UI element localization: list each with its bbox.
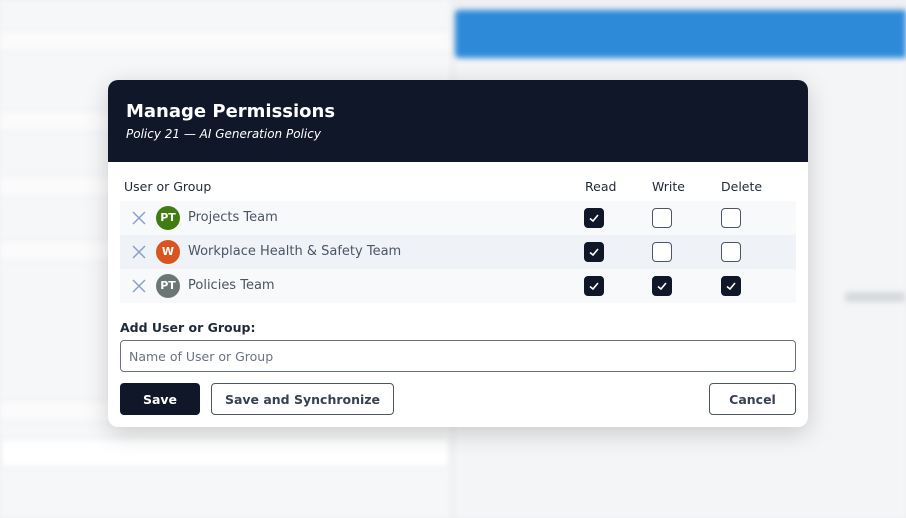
dialog-subtitle: Policy 21 — AI Generation Policy — [126, 127, 321, 141]
add-user-input[interactable] — [120, 340, 796, 372]
save-and-synchronize-button[interactable]: Save and Synchronize — [211, 383, 394, 415]
check-icon — [726, 282, 736, 291]
manage-permissions-dialog: Manage Permissions Policy 21 — AI Genera… — [108, 80, 808, 427]
dialog-header: Manage Permissions Policy 21 — AI Genera… — [108, 80, 808, 162]
close-icon[interactable] — [131, 278, 147, 294]
avatar: PT — [156, 206, 180, 230]
close-icon[interactable] — [131, 244, 147, 260]
permission-row: PT Projects Team — [120, 201, 796, 235]
check-icon — [657, 282, 667, 291]
check-icon — [589, 214, 599, 223]
check-icon — [589, 282, 599, 291]
delete-checkbox[interactable] — [721, 276, 741, 296]
background-text — [845, 292, 905, 302]
delete-checkbox[interactable] — [721, 242, 741, 262]
dialog-title: Manage Permissions — [126, 101, 336, 122]
write-checkbox[interactable] — [652, 242, 672, 262]
write-checkbox[interactable] — [652, 276, 672, 296]
row-name: Workplace Health & Safety Team — [188, 244, 402, 259]
column-header-delete: Delete — [721, 179, 763, 194]
avatar: W — [156, 240, 180, 264]
close-icon[interactable] — [131, 210, 147, 226]
column-header-write: Write — [652, 179, 686, 194]
read-checkbox[interactable] — [584, 242, 604, 262]
check-icon — [589, 248, 599, 257]
cancel-button[interactable]: Cancel — [709, 383, 796, 415]
delete-checkbox[interactable] — [721, 208, 741, 228]
permission-row: PT Policies Team — [120, 269, 796, 303]
background-row — [0, 30, 450, 52]
row-name: Projects Team — [188, 210, 278, 225]
avatar: PT — [156, 274, 180, 298]
column-header-user-or-group: User or Group — [124, 179, 212, 194]
background-input — [0, 438, 450, 468]
write-checkbox[interactable] — [652, 208, 672, 228]
row-name: Policies Team — [188, 278, 275, 293]
permissions-table-header: User or Group Read Write Delete — [124, 179, 792, 197]
read-checkbox[interactable] — [584, 208, 604, 228]
background-accent-bar — [455, 10, 906, 58]
read-checkbox[interactable] — [584, 276, 604, 296]
column-header-read: Read — [585, 179, 617, 194]
permission-row: W Workplace Health & Safety Team — [120, 235, 796, 269]
add-user-label: Add User or Group: — [120, 320, 256, 335]
save-button[interactable]: Save — [120, 383, 200, 415]
permissions-table-body: PT Projects Team W Workplace Health & Sa… — [120, 201, 796, 303]
